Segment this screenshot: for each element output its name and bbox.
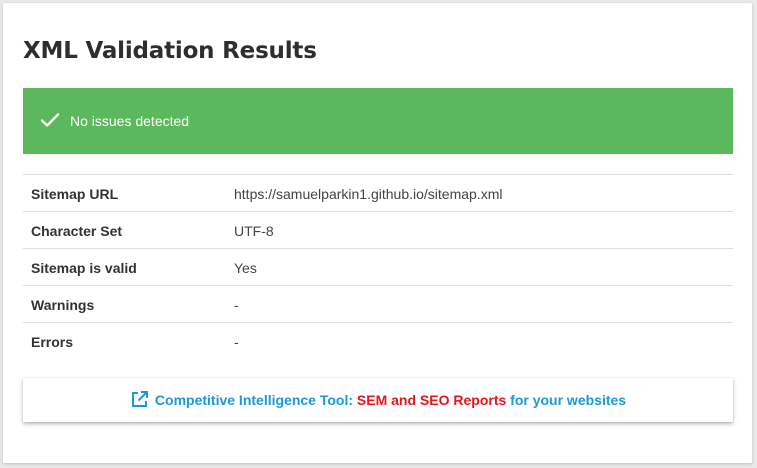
sitemap-url-value: https://samuelparkin1.github.io/sitemap.…	[234, 186, 503, 202]
page-title: XML Validation Results	[23, 38, 317, 64]
row-label: Character Set	[31, 223, 123, 239]
promo-highlight: SEM and SEO Reports	[356, 392, 507, 408]
sitemap-valid-value: Yes	[234, 260, 257, 276]
table-row-character-set: Character Set UTF-8	[23, 212, 733, 249]
success-alert: No issues detected	[23, 88, 733, 154]
table-row-sitemap-valid: Sitemap is valid Yes	[23, 249, 733, 286]
table-row-errors: Errors -	[23, 323, 733, 359]
promo-banner[interactable]: Competitive Intelligence Tool: SEM and S…	[23, 378, 733, 422]
row-label: Sitemap is valid	[31, 260, 137, 276]
alert-message: No issues detected	[70, 113, 190, 129]
external-link-icon	[130, 382, 149, 407]
results-card: XML Validation Results No issues detecte…	[3, 3, 752, 463]
row-label: Warnings	[31, 297, 95, 313]
row-label: Errors	[31, 334, 74, 350]
checkmark-icon	[40, 112, 60, 128]
table-row-sitemap-url: Sitemap URL https://samuelparkin1.github…	[23, 175, 733, 212]
promo-prefix: Competitive Intelligence Tool:	[154, 392, 354, 408]
promo-link[interactable]: Competitive Intelligence Tool: SEM and S…	[130, 378, 626, 422]
warnings-value: -	[234, 297, 239, 313]
results-table: Sitemap URL https://samuelparkin1.github…	[23, 174, 733, 359]
character-set-value: UTF-8	[234, 223, 274, 239]
table-row-warnings: Warnings -	[23, 286, 733, 323]
errors-value: -	[234, 334, 239, 350]
row-label: Sitemap URL	[31, 186, 119, 202]
promo-suffix: for your websites	[510, 392, 627, 408]
